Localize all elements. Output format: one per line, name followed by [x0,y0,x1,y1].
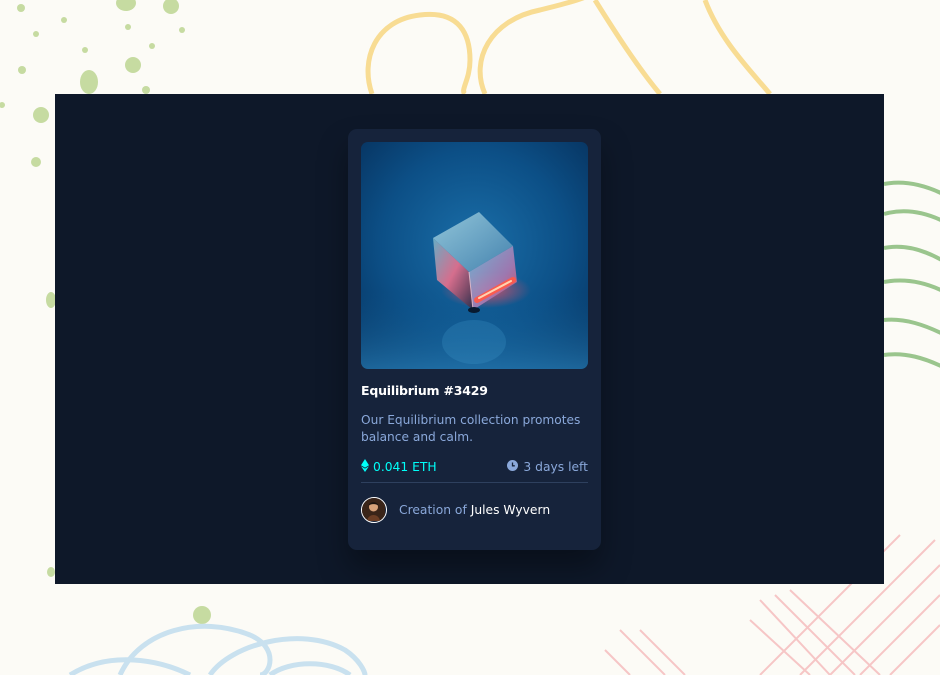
creator-row: Creation of Jules Wyvern [361,497,588,523]
creator-prefix: Creation of [399,503,467,517]
time-left: 3 days left [507,460,588,474]
nft-meta: 0.041 ETH 3 days left [361,459,588,475]
creator-avatar [361,497,387,523]
divider [361,482,588,483]
time-left-value: 3 days left [523,460,588,474]
price-value: 0.041 ETH [373,460,437,474]
nft-card: Equilibrium #3429 Our Equilibrium collec… [348,129,601,550]
nft-title[interactable]: Equilibrium #3429 [361,383,588,398]
price: 0.041 ETH [361,459,437,475]
nft-cube-image [361,142,588,369]
clock-icon [507,460,519,474]
ethereum-icon [361,459,369,475]
preview-frame: Equilibrium #3429 Our Equilibrium collec… [55,94,884,584]
nft-description: Our Equilibrium collection promotes bala… [361,413,581,444]
creator-name-link[interactable]: Jules Wyvern [471,503,550,517]
nft-image[interactable] [361,142,588,369]
